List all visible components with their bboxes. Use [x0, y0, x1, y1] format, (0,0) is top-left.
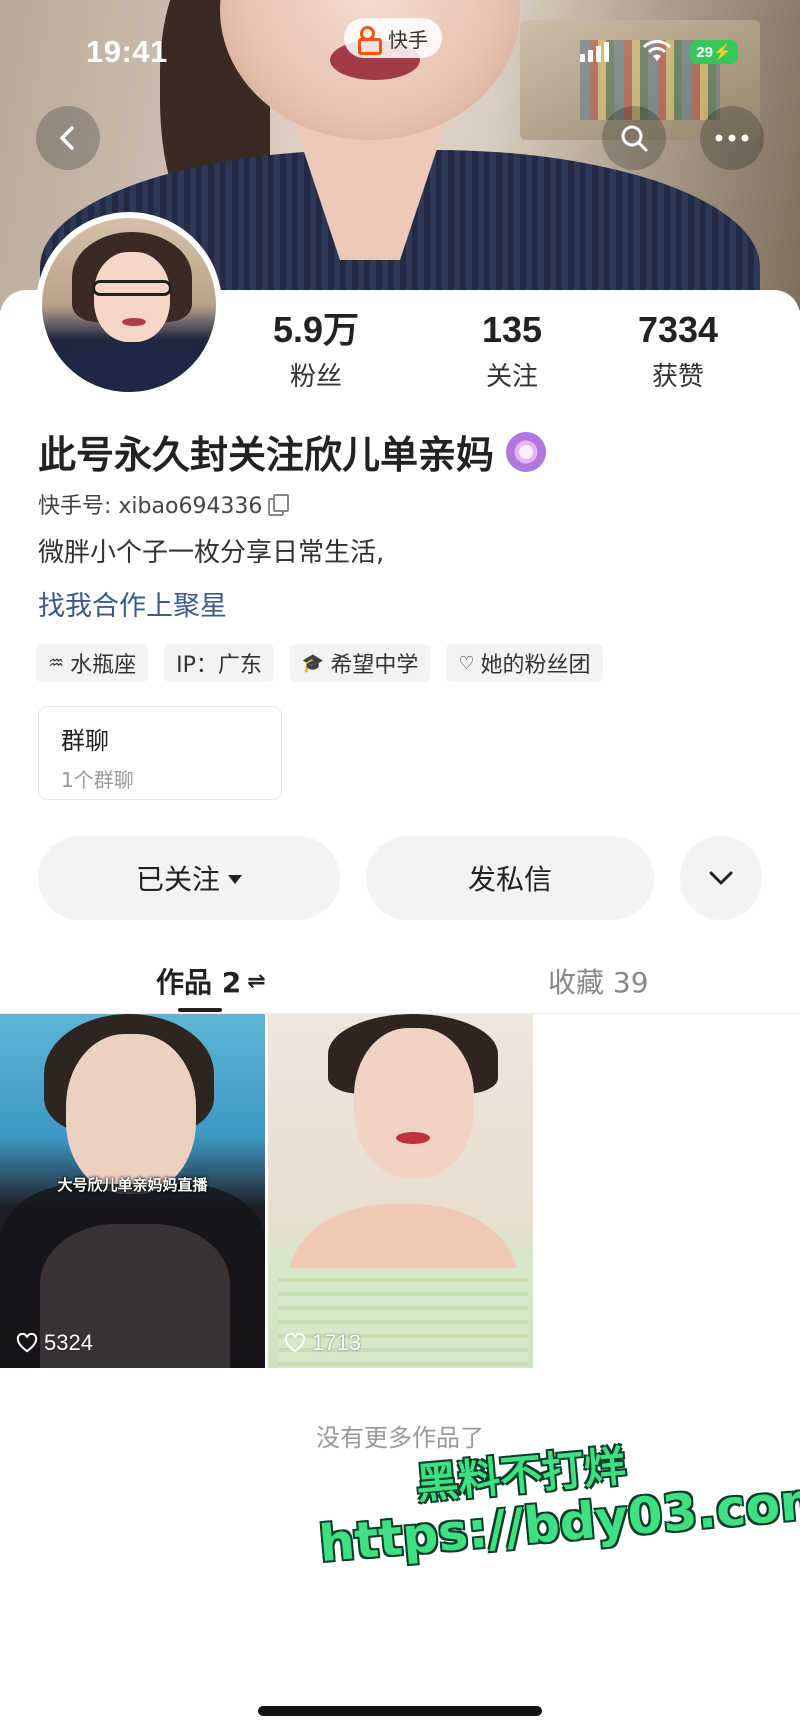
chevron-down-icon — [709, 871, 733, 885]
kuaishou-id-row: 快手号: xibao694336 — [38, 488, 290, 520]
stat-fans-value: 5.9万 — [272, 309, 360, 350]
tab-works-label: 作品 2 — [156, 966, 242, 999]
collab-link[interactable]: 找我合作上聚星 — [38, 584, 227, 623]
search-icon — [621, 125, 648, 152]
more-dots-icon — [715, 134, 749, 142]
aquarius-icon: ♒ — [48, 652, 65, 674]
profile-bio: 微胖小个子一枚分享日常生活, — [38, 538, 385, 568]
content-tabs: 作品 2 ⇌ 收藏 39 — [0, 948, 800, 1014]
battery-level: 29 — [696, 43, 713, 61]
tab-collections-label: 收藏 39 — [548, 966, 649, 999]
more-options-button[interactable] — [700, 106, 764, 170]
thumb-face — [354, 1028, 474, 1178]
followed-button[interactable]: 已关注 — [38, 836, 340, 920]
caret-down-icon — [228, 874, 242, 884]
work-thumbnail[interactable]: 大号欣儿单亲妈妈直播 5324 — [0, 1014, 265, 1368]
level-badge-icon[interactable] — [506, 431, 547, 472]
cellular-signal-icon — [580, 42, 609, 62]
search-button[interactable] — [602, 106, 666, 170]
stat-fans-label: 粉丝 — [289, 362, 342, 392]
group-chat-subtitle: 1个群聊 — [61, 768, 134, 792]
stat-following[interactable]: 135 关注 — [432, 310, 592, 393]
tag-fan-group-label: 她的粉丝团 — [480, 653, 591, 678]
profile-name: 此号永久封关注欣儿单亲妈 — [38, 433, 495, 477]
avatar-lips — [122, 318, 146, 326]
school-icon: 🎓 — [301, 652, 325, 674]
thumb-face — [66, 1034, 196, 1194]
avatar-glasses — [92, 280, 172, 296]
profile-tags: ♒ 水瓶座 IP：广东 🎓 希望中学 ♡ 她的粉丝团 — [36, 644, 603, 682]
send-message-label: 发私信 — [467, 863, 552, 896]
fan-group-icon: ♡ — [458, 652, 475, 674]
group-chat-title: 群聊 — [61, 727, 109, 755]
kuaishou-logo-icon — [358, 26, 382, 55]
followed-button-label: 已关注 — [135, 863, 220, 896]
home-indicator[interactable] — [258, 1706, 542, 1716]
tab-collections[interactable]: 收藏 39 — [548, 948, 649, 1014]
stat-likes-label: 获赞 — [651, 362, 704, 392]
heart-icon — [16, 1333, 38, 1353]
stat-likes[interactable]: 7334 获赞 — [598, 310, 758, 393]
stat-following-label: 关注 — [485, 362, 538, 392]
chevron-left-icon — [60, 126, 74, 150]
app-indicator-pill: 快手 — [344, 18, 442, 58]
heart-icon — [284, 1333, 306, 1353]
tag-fan-group[interactable]: ♡ 她的粉丝团 — [446, 644, 603, 682]
work-caption: 大号欣儿单亲妈妈直播 — [57, 1176, 208, 1194]
profile-name-row: 此号永久封关注欣儿单亲妈 — [38, 424, 547, 479]
stat-following-value: 135 — [481, 309, 543, 350]
tag-ip-label: IP：广东 — [176, 653, 262, 678]
stat-fans[interactable]: 5.9万 粉丝 — [236, 310, 396, 393]
action-buttons: 已关注 发私信 — [0, 836, 800, 920]
group-chat-card[interactable]: 群聊 1个群聊 — [38, 706, 282, 800]
back-button[interactable] — [36, 106, 100, 170]
expand-recommendations-button[interactable] — [680, 836, 762, 920]
tag-school[interactable]: 🎓 希望中学 — [289, 644, 431, 682]
status-bar: 19:41 快手 29 ⚡ — [0, 0, 800, 100]
charging-icon: ⚡ — [713, 44, 732, 61]
battery-indicator: 29 ⚡ — [690, 40, 738, 64]
work-thumbnail[interactable]: 1713 — [268, 1014, 533, 1368]
send-message-button[interactable]: 发私信 — [366, 836, 654, 920]
avatar[interactable] — [36, 212, 222, 398]
active-tab-indicator — [178, 1008, 222, 1012]
work-likes-count: 5324 — [44, 1330, 93, 1355]
stat-likes-value: 7334 — [637, 309, 719, 350]
tag-zodiac-label: 水瓶座 — [70, 653, 137, 678]
tag-ip-location: IP：广东 — [164, 644, 274, 682]
copy-icon[interactable] — [268, 494, 290, 516]
tag-school-label: 希望中学 — [330, 653, 419, 678]
avatar-body — [42, 344, 216, 392]
wifi-icon — [642, 40, 672, 61]
work-likes: 5324 — [16, 1330, 93, 1356]
tag-zodiac[interactable]: ♒ 水瓶座 — [36, 644, 149, 682]
kuaishou-id: 快手号: xibao694336 — [38, 494, 263, 519]
app-indicator-label: 快手 — [388, 27, 428, 52]
avatar-face — [94, 252, 170, 342]
tab-works[interactable]: 作品 2 ⇌ — [156, 948, 266, 1014]
thumb-lips — [396, 1132, 430, 1144]
work-likes-count: 1713 — [312, 1330, 361, 1355]
work-likes: 1713 — [284, 1330, 361, 1356]
status-time: 19:41 — [86, 34, 168, 69]
sort-swap-icon[interactable]: ⇌ — [247, 969, 265, 994]
